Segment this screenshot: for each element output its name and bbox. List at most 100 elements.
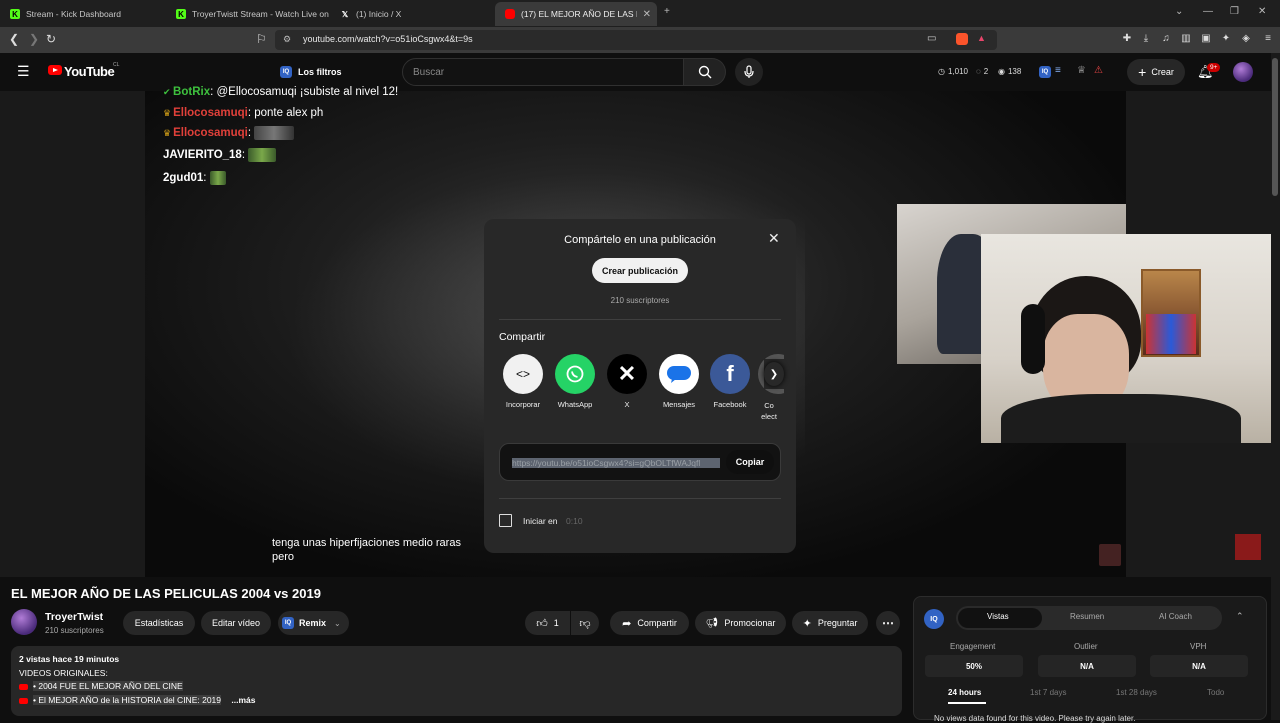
list-icon[interactable]: ≡ xyxy=(1055,65,1061,76)
filters-label: Los filtros xyxy=(298,67,342,77)
page-scrollbar-thumb[interactable] xyxy=(1272,58,1278,196)
wallet-icon[interactable]: ▣ xyxy=(1200,33,1212,45)
remix-button[interactable]: IQ Remix ⌄ xyxy=(278,611,349,635)
overlay-red-square xyxy=(1235,534,1261,560)
analytics-panel: IQ Vistas Resumen AI Coach ⌃ Engagement … xyxy=(913,596,1267,723)
brave-rewards-icon[interactable]: ▲ xyxy=(977,33,986,43)
search-button[interactable] xyxy=(684,58,726,86)
sidebar-icon[interactable]: ▥ xyxy=(1180,33,1192,45)
range-all[interactable]: Todo xyxy=(1207,688,1224,697)
bot-badge-icon: ✔ xyxy=(163,87,174,97)
range-28d[interactable]: 1st 28 days xyxy=(1116,688,1157,697)
tab-resumen[interactable]: Resumen xyxy=(1070,612,1104,621)
new-tab-icon[interactable]: + xyxy=(664,6,670,17)
channel-subscribers: 210 suscriptores xyxy=(45,626,104,635)
headphones xyxy=(1021,304,1045,374)
create-button[interactable]: + Crear xyxy=(1127,59,1185,85)
overlay-sticker xyxy=(1099,544,1121,566)
url-field[interactable]: ⚙ youtube.com/watch?v=o51ioCsgwx4&t=9s ▭… xyxy=(275,30,997,50)
brave-shields-icon[interactable] xyxy=(956,33,968,45)
youtube-logo-icon[interactable] xyxy=(48,65,62,75)
close-tab-icon[interactable]: ✕ xyxy=(643,9,651,20)
megaphone-icon: 📢︎ xyxy=(705,617,719,629)
share-scroll-next[interactable]: ❯ xyxy=(764,359,784,389)
download-icon[interactable]: ⤓ xyxy=(1140,33,1152,45)
filters-button[interactable]: IQ Los filtros xyxy=(280,63,342,81)
share-facebook-button[interactable]: f Facebook xyxy=(706,354,754,409)
voice-search-button[interactable] xyxy=(735,58,763,86)
divider xyxy=(499,319,781,320)
description-link[interactable]: • El MEJOR AÑO de la HISTORIA del CINE: … xyxy=(19,695,256,705)
tab-vistas[interactable]: Vistas xyxy=(987,612,1009,621)
channel-name[interactable]: TroyerTwist xyxy=(45,611,103,623)
ask-button[interactable]: ✦ Preguntar xyxy=(792,611,868,635)
leo-ai-icon[interactable]: ✦ xyxy=(1220,33,1232,45)
back-icon[interactable]: ❮ xyxy=(9,32,19,46)
sparkle-icon: ✦ xyxy=(802,617,812,630)
share-button[interactable]: ➦ Compartir xyxy=(610,611,689,635)
hamburger-menu-icon[interactable]: ☰ xyxy=(17,63,30,80)
account-avatar[interactable] xyxy=(1233,62,1253,82)
channel-avatar[interactable] xyxy=(11,609,37,635)
site-settings-icon[interactable]: ⚙ xyxy=(283,34,291,45)
tab-ai-coach[interactable]: AI Coach xyxy=(1159,612,1192,621)
browser-tab-x[interactable]: 𝕏 (1) Inicio / X xyxy=(330,2,494,26)
browser-tab-kick-dashboard[interactable]: K Stream - Kick Dashboard xyxy=(0,2,166,26)
forward-icon[interactable]: ❯ xyxy=(29,32,39,46)
description-link[interactable]: • 2004 FUE EL MEJOR AÑO DEL CINE xyxy=(19,681,183,691)
vpn-icon[interactable]: ◈ xyxy=(1240,33,1252,45)
start-time-value[interactable]: 0:10 xyxy=(566,516,583,526)
share-url-text[interactable]: https://youtu.be/o51ioCsgwx4?si=gQbOLTfW… xyxy=(512,458,720,468)
restore-icon[interactable]: ❐ xyxy=(1230,6,1239,17)
extensions-icon[interactable]: ✚ xyxy=(1121,33,1133,45)
range-7d[interactable]: 1st 7 days xyxy=(1030,688,1066,697)
music-icon[interactable]: ♫ xyxy=(1160,33,1172,45)
dislike-button[interactable]: 👎︎ xyxy=(571,611,599,635)
search-input[interactable] xyxy=(413,67,673,78)
cast-icon[interactable]: ▭ xyxy=(927,33,936,44)
menu-icon[interactable]: ≡ xyxy=(1262,33,1274,45)
close-icon[interactable]: ✕ xyxy=(768,230,780,247)
watch-value: 138 xyxy=(1007,67,1022,76)
edit-video-button[interactable]: Editar vídeo xyxy=(201,611,271,635)
show-more-link[interactable]: ...más xyxy=(231,695,255,705)
range-24h[interactable]: 24 hours xyxy=(948,688,981,697)
create-post-button[interactable]: Crear publicación xyxy=(592,258,688,283)
stream-chat-message: 2gud01: xyxy=(163,171,226,185)
copy-button[interactable]: Copiar xyxy=(726,450,774,474)
iq-icon[interactable]: IQ xyxy=(1039,66,1051,78)
close-window-icon[interactable]: ✕ xyxy=(1258,6,1266,17)
reload-icon[interactable]: ↻ xyxy=(46,32,56,46)
trophy-icon[interactable]: ♕ xyxy=(1077,65,1086,76)
share-messages-button[interactable]: Mensajes xyxy=(655,354,703,409)
promote-button[interactable]: 📢︎ Promocionar xyxy=(695,611,786,635)
stats-button[interactable]: Estadísticas xyxy=(123,611,195,635)
share-heading: Compartir xyxy=(499,331,546,343)
embed-icon: <> xyxy=(503,354,543,394)
stream-chat-message: ♛ Ellocosamuqi: ponte alex ph xyxy=(163,107,323,119)
chat-user: BotRix xyxy=(173,86,211,98)
share-x-button[interactable]: ✕ X xyxy=(603,354,651,409)
youtube-icon xyxy=(19,697,28,704)
share-whatsapp-button[interactable]: WhatsApp xyxy=(551,354,599,409)
start-at-label: Iniciar en xyxy=(523,516,558,526)
start-at-checkbox[interactable] xyxy=(499,514,512,527)
bookmark-icon[interactable]: ⚐ xyxy=(256,32,267,46)
more-actions-button[interactable]: ⋯ xyxy=(876,611,900,635)
video-description[interactable]: 2 vistas hace 19 minutos VIDEOS ORIGINAL… xyxy=(11,646,902,716)
browser-tab-youtube[interactable]: (17) EL MEJOR AÑO DE LAS PELICULAS ✕ xyxy=(495,2,657,26)
whatsapp-icon xyxy=(555,354,595,394)
browser-tab-kick-stream[interactable]: K TroyerTwistt Stream - Watch Live on Ki… xyxy=(166,2,330,26)
like-button[interactable]: 👍︎ 1 xyxy=(525,611,570,635)
active-range-indicator xyxy=(948,702,986,704)
metric-value: N/A xyxy=(1038,655,1136,677)
description-link-text[interactable]: • El MEJOR AÑO de la HISTORIA del CINE: … xyxy=(33,695,222,705)
minimize-icon[interactable]: — xyxy=(1203,6,1213,17)
share-embed-button[interactable]: <> Incorporar xyxy=(499,354,547,409)
chevron-up-icon[interactable]: ⌃ xyxy=(1236,611,1244,622)
description-link-text[interactable]: • 2004 FUE EL MEJOR AÑO DEL CINE xyxy=(33,681,183,691)
description-line: VIDEOS ORIGINALES: xyxy=(19,668,108,678)
chevron-down-icon[interactable]: ⌄ xyxy=(1175,6,1183,17)
alert-icon[interactable]: ⚠ xyxy=(1094,65,1103,76)
youtube-logo-text[interactable]: YouTube xyxy=(64,64,115,79)
